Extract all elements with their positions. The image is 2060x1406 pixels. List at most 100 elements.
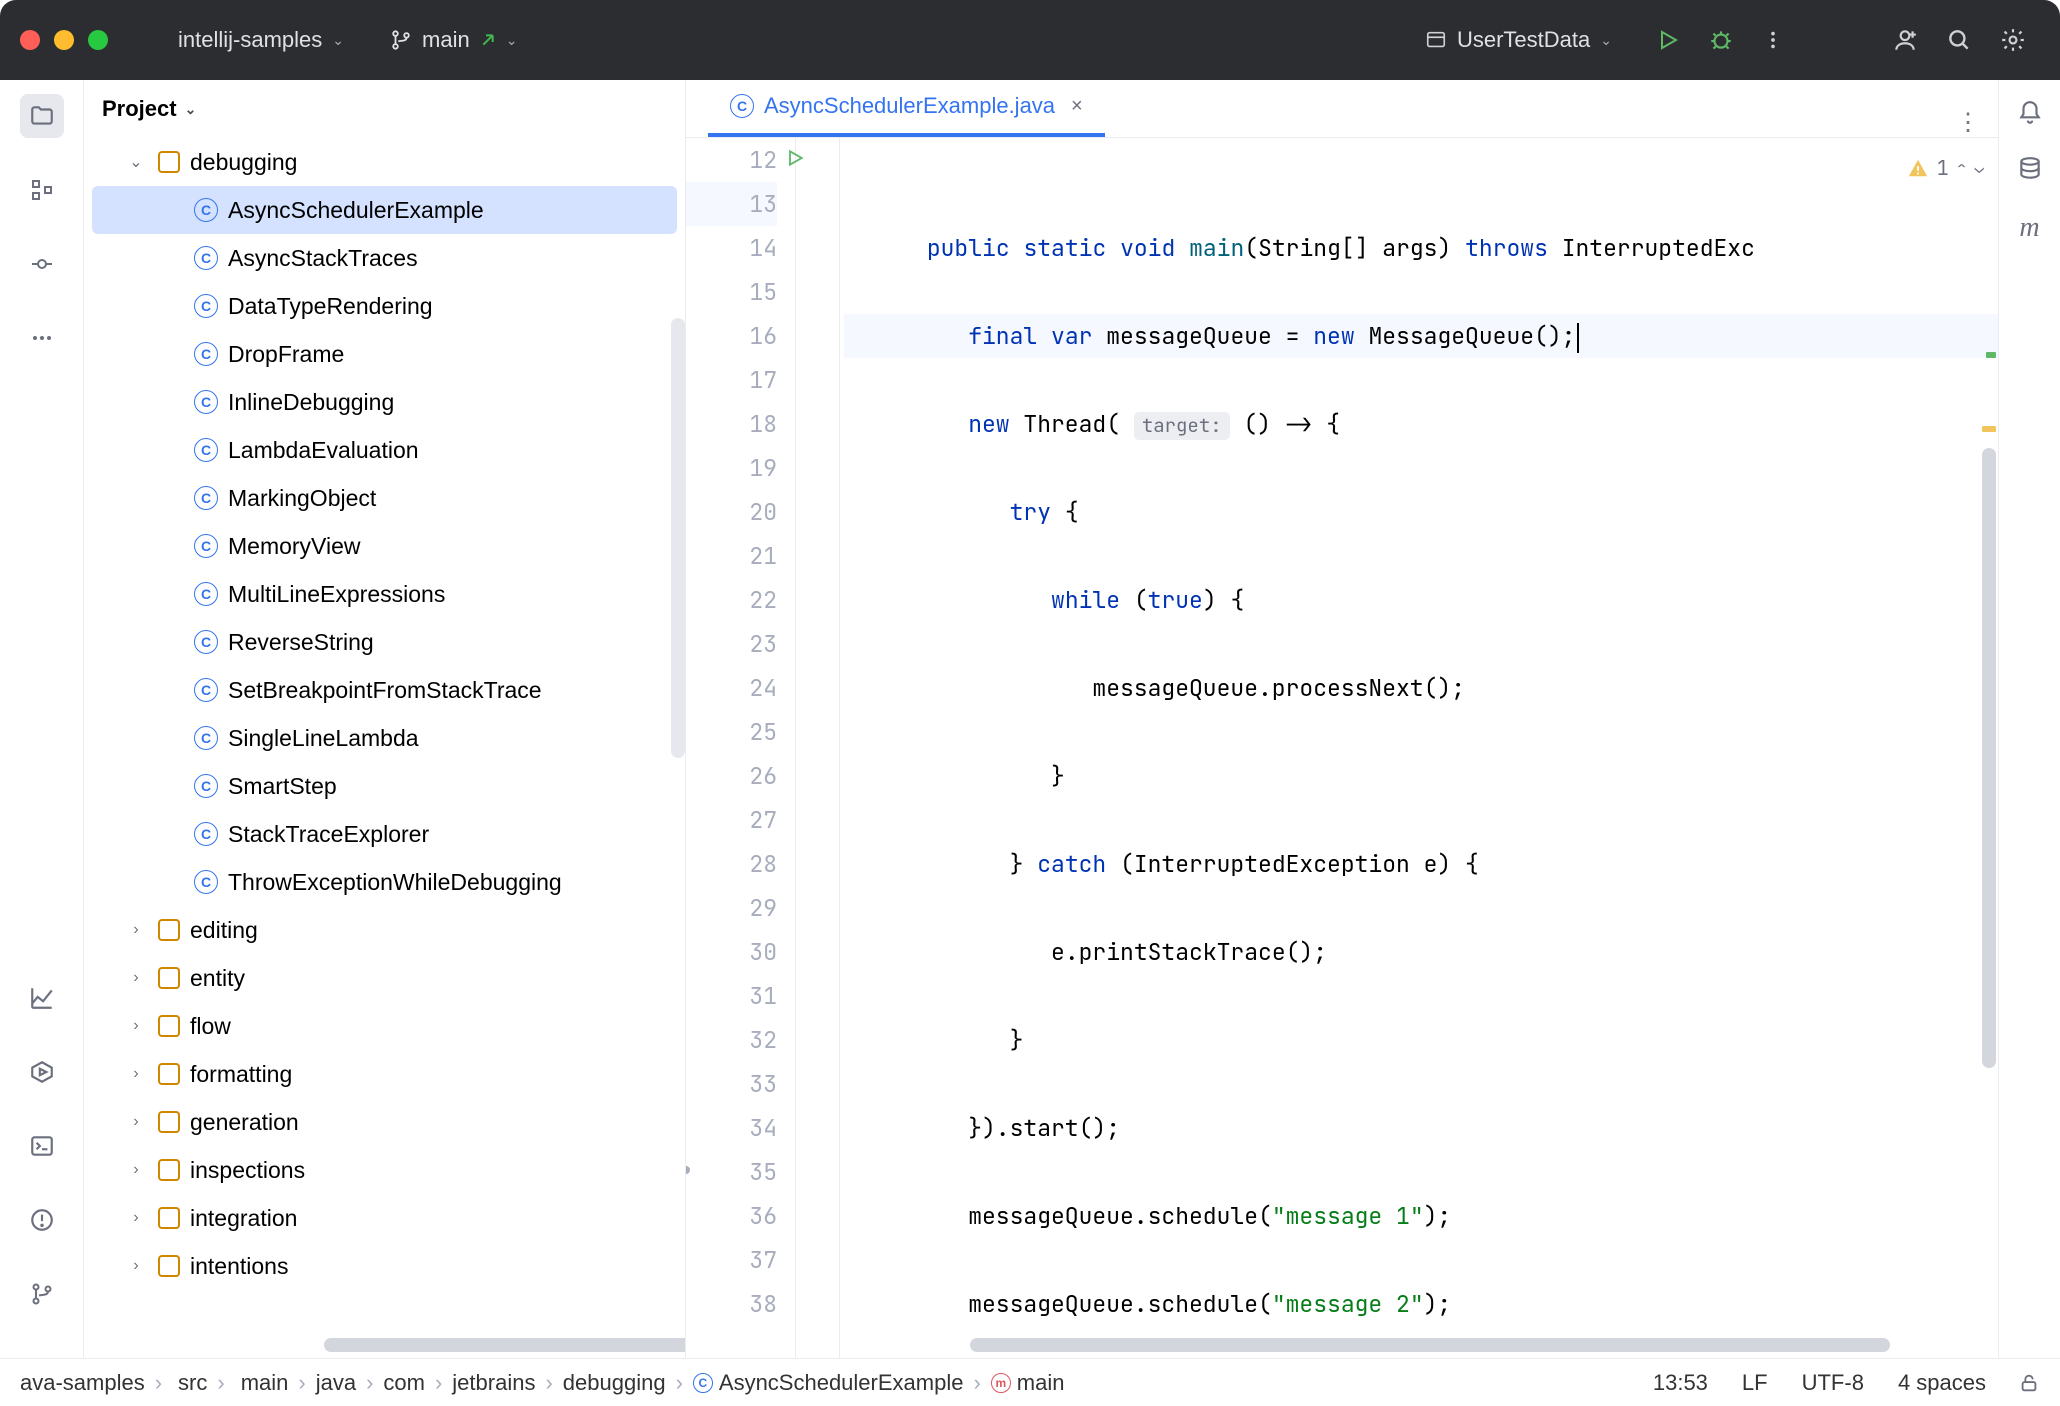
- minimize-icon[interactable]: [54, 30, 74, 50]
- tree-folder-row[interactable]: ›editing: [84, 906, 685, 954]
- gutter-line[interactable]: 30: [686, 930, 777, 974]
- gutter-line[interactable]: 38: [686, 1282, 777, 1326]
- tree-class-row[interactable]: CMemoryView: [84, 522, 685, 570]
- tree-class-row[interactable]: CMarkingObject: [84, 474, 685, 522]
- tree-folder-row[interactable]: ›entity: [84, 954, 685, 1002]
- tree-folder-row[interactable]: ›integration: [84, 1194, 685, 1242]
- tree-folder-row[interactable]: ›generation: [84, 1098, 685, 1146]
- tree-folder-row[interactable]: ›inspections: [84, 1146, 685, 1194]
- tree-class-row[interactable]: CInlineDebugging: [84, 378, 685, 426]
- debug-button[interactable]: [1708, 27, 1734, 53]
- tree-class-row[interactable]: CMultiLineExpressions: [84, 570, 685, 618]
- status-indent[interactable]: 4 spaces: [1898, 1370, 1986, 1396]
- readonly-lock-button[interactable]: [2018, 1372, 2040, 1394]
- breadcrumb-item[interactable]: mmain: [991, 1370, 1065, 1396]
- chevron-down-icon[interactable]: ⌄: [124, 152, 148, 172]
- code-with-me-button[interactable]: [1892, 27, 1918, 53]
- breadcrumb-item[interactable]: debugging: [563, 1370, 666, 1396]
- tree-class-row[interactable]: CSmartStep: [84, 762, 685, 810]
- tree-class-row[interactable]: CAsyncSchedulerExample: [92, 186, 677, 234]
- gutter-line[interactable]: 29: [686, 886, 777, 930]
- gutter-line[interactable]: 26: [686, 754, 777, 798]
- tree-folder-row[interactable]: ›intentions: [84, 1242, 685, 1290]
- gutter-line[interactable]: 22: [686, 578, 777, 622]
- gutter[interactable]: 1213141516171819202122232425262728293031…: [686, 138, 796, 1358]
- fold-bar[interactable]: [796, 138, 840, 1358]
- chevron-right-icon[interactable]: ›: [124, 1065, 148, 1083]
- editor-tab[interactable]: C AsyncSchedulerExample.java ×: [708, 80, 1105, 137]
- tree-class-row[interactable]: CStackTraceExplorer: [84, 810, 685, 858]
- project-tool-button[interactable]: [20, 94, 64, 138]
- breadcrumb-item[interactable]: main: [235, 1370, 289, 1396]
- commit-tool-button[interactable]: [20, 242, 64, 286]
- notifications-button[interactable]: [2017, 100, 2043, 126]
- tree-folder-row[interactable]: ⌄ debugging: [84, 138, 685, 186]
- tree-class-row[interactable]: CThrowExceptionWhileDebugging: [84, 858, 685, 906]
- gutter-line[interactable]: 17: [686, 358, 777, 402]
- close-icon[interactable]: [20, 30, 40, 50]
- search-everywhere-button[interactable]: [1946, 27, 1972, 53]
- run-button[interactable]: [1656, 28, 1680, 52]
- gutter-line[interactable]: 24: [686, 666, 777, 710]
- editor-vertical-scrollbar[interactable]: [1982, 448, 1996, 1068]
- maven-tool-button[interactable]: m: [2019, 212, 2039, 244]
- project-tree[interactable]: ⌄ debugging CAsyncSchedulerExampleCAsync…: [84, 138, 685, 1358]
- gutter-line[interactable]: 33: [686, 1062, 777, 1106]
- chevron-right-icon[interactable]: ›: [124, 1113, 148, 1131]
- code-editor[interactable]: 1213141516171819202122232425262728293031…: [686, 138, 1998, 1358]
- database-tool-button[interactable]: [2017, 156, 2043, 182]
- zoom-icon[interactable]: [88, 30, 108, 50]
- project-selector[interactable]: intellij-samples ⌄: [178, 27, 344, 53]
- more-actions-button[interactable]: [1762, 29, 1784, 51]
- gutter-line[interactable]: 14: [686, 226, 777, 270]
- breadcrumb-item[interactable]: java: [316, 1370, 356, 1396]
- editor-horizontal-scrollbar[interactable]: [970, 1338, 1890, 1352]
- settings-button[interactable]: [2000, 27, 2026, 53]
- gutter-line[interactable]: 27: [686, 798, 777, 842]
- chevron-right-icon[interactable]: ›: [124, 969, 148, 987]
- tree-class-row[interactable]: CReverseString: [84, 618, 685, 666]
- gutter-line[interactable]: 13: [686, 182, 777, 226]
- gutter-line[interactable]: 35: [686, 1150, 777, 1194]
- services-tool-button[interactable]: [20, 1050, 64, 1094]
- breadcrumb-item[interactable]: src: [172, 1370, 207, 1396]
- close-tab-button[interactable]: ×: [1071, 95, 1083, 118]
- run-config-selector[interactable]: UserTestData ⌄: [1425, 27, 1612, 53]
- breadcrumb-item[interactable]: CAsyncSchedulerExample: [693, 1370, 964, 1396]
- inspections-widget[interactable]: 1 ⌃ ⌄: [1907, 146, 1984, 190]
- gutter-line[interactable]: 12: [686, 138, 777, 182]
- run-gutter-icon[interactable]: [785, 148, 805, 168]
- status-eol[interactable]: LF: [1742, 1370, 1768, 1396]
- status-time[interactable]: 13:53: [1653, 1370, 1708, 1396]
- breadcrumb[interactable]: ava-samples›src›main›java›com›jetbrains›…: [20, 1370, 1064, 1396]
- vcs-tool-button[interactable]: [20, 1272, 64, 1316]
- tree-folder-row[interactable]: ›formatting: [84, 1050, 685, 1098]
- breadcrumb-item[interactable]: jetbrains: [452, 1370, 535, 1396]
- gutter-line[interactable]: 36: [686, 1194, 777, 1238]
- breadcrumb-item[interactable]: com: [383, 1370, 425, 1396]
- tree-horizontal-scrollbar[interactable]: [324, 1338, 685, 1352]
- gutter-line[interactable]: 31: [686, 974, 777, 1018]
- chevron-right-icon[interactable]: ›: [124, 1017, 148, 1035]
- tree-class-row[interactable]: CDropFrame: [84, 330, 685, 378]
- breadcrumb-item[interactable]: ava-samples: [20, 1370, 145, 1396]
- chevron-right-icon[interactable]: ›: [124, 1209, 148, 1227]
- problems-tool-button[interactable]: [20, 1198, 64, 1242]
- project-panel-header[interactable]: Project ⌄: [84, 80, 685, 138]
- vcs-branch-widget[interactable]: main ⌄: [390, 27, 517, 53]
- structure-tool-button[interactable]: [20, 168, 64, 212]
- chevron-right-icon[interactable]: ›: [124, 1257, 148, 1275]
- tree-vertical-scrollbar[interactable]: [671, 318, 685, 758]
- status-encoding[interactable]: UTF-8: [1802, 1370, 1864, 1396]
- terminal-tool-button[interactable]: [20, 1124, 64, 1168]
- tree-class-row[interactable]: CLambdaEvaluation: [84, 426, 685, 474]
- tree-folder-row[interactable]: ›flow: [84, 1002, 685, 1050]
- chevron-right-icon[interactable]: ›: [124, 921, 148, 939]
- gutter-line[interactable]: 32: [686, 1018, 777, 1062]
- tab-menu-button[interactable]: ⋮: [1938, 108, 1998, 137]
- gutter-line[interactable]: 21: [686, 534, 777, 578]
- tree-class-row[interactable]: CSetBreakpointFromStackTrace: [84, 666, 685, 714]
- gutter-line[interactable]: 15: [686, 270, 777, 314]
- gutter-line[interactable]: 19: [686, 446, 777, 490]
- tree-class-row[interactable]: CSingleLineLambda: [84, 714, 685, 762]
